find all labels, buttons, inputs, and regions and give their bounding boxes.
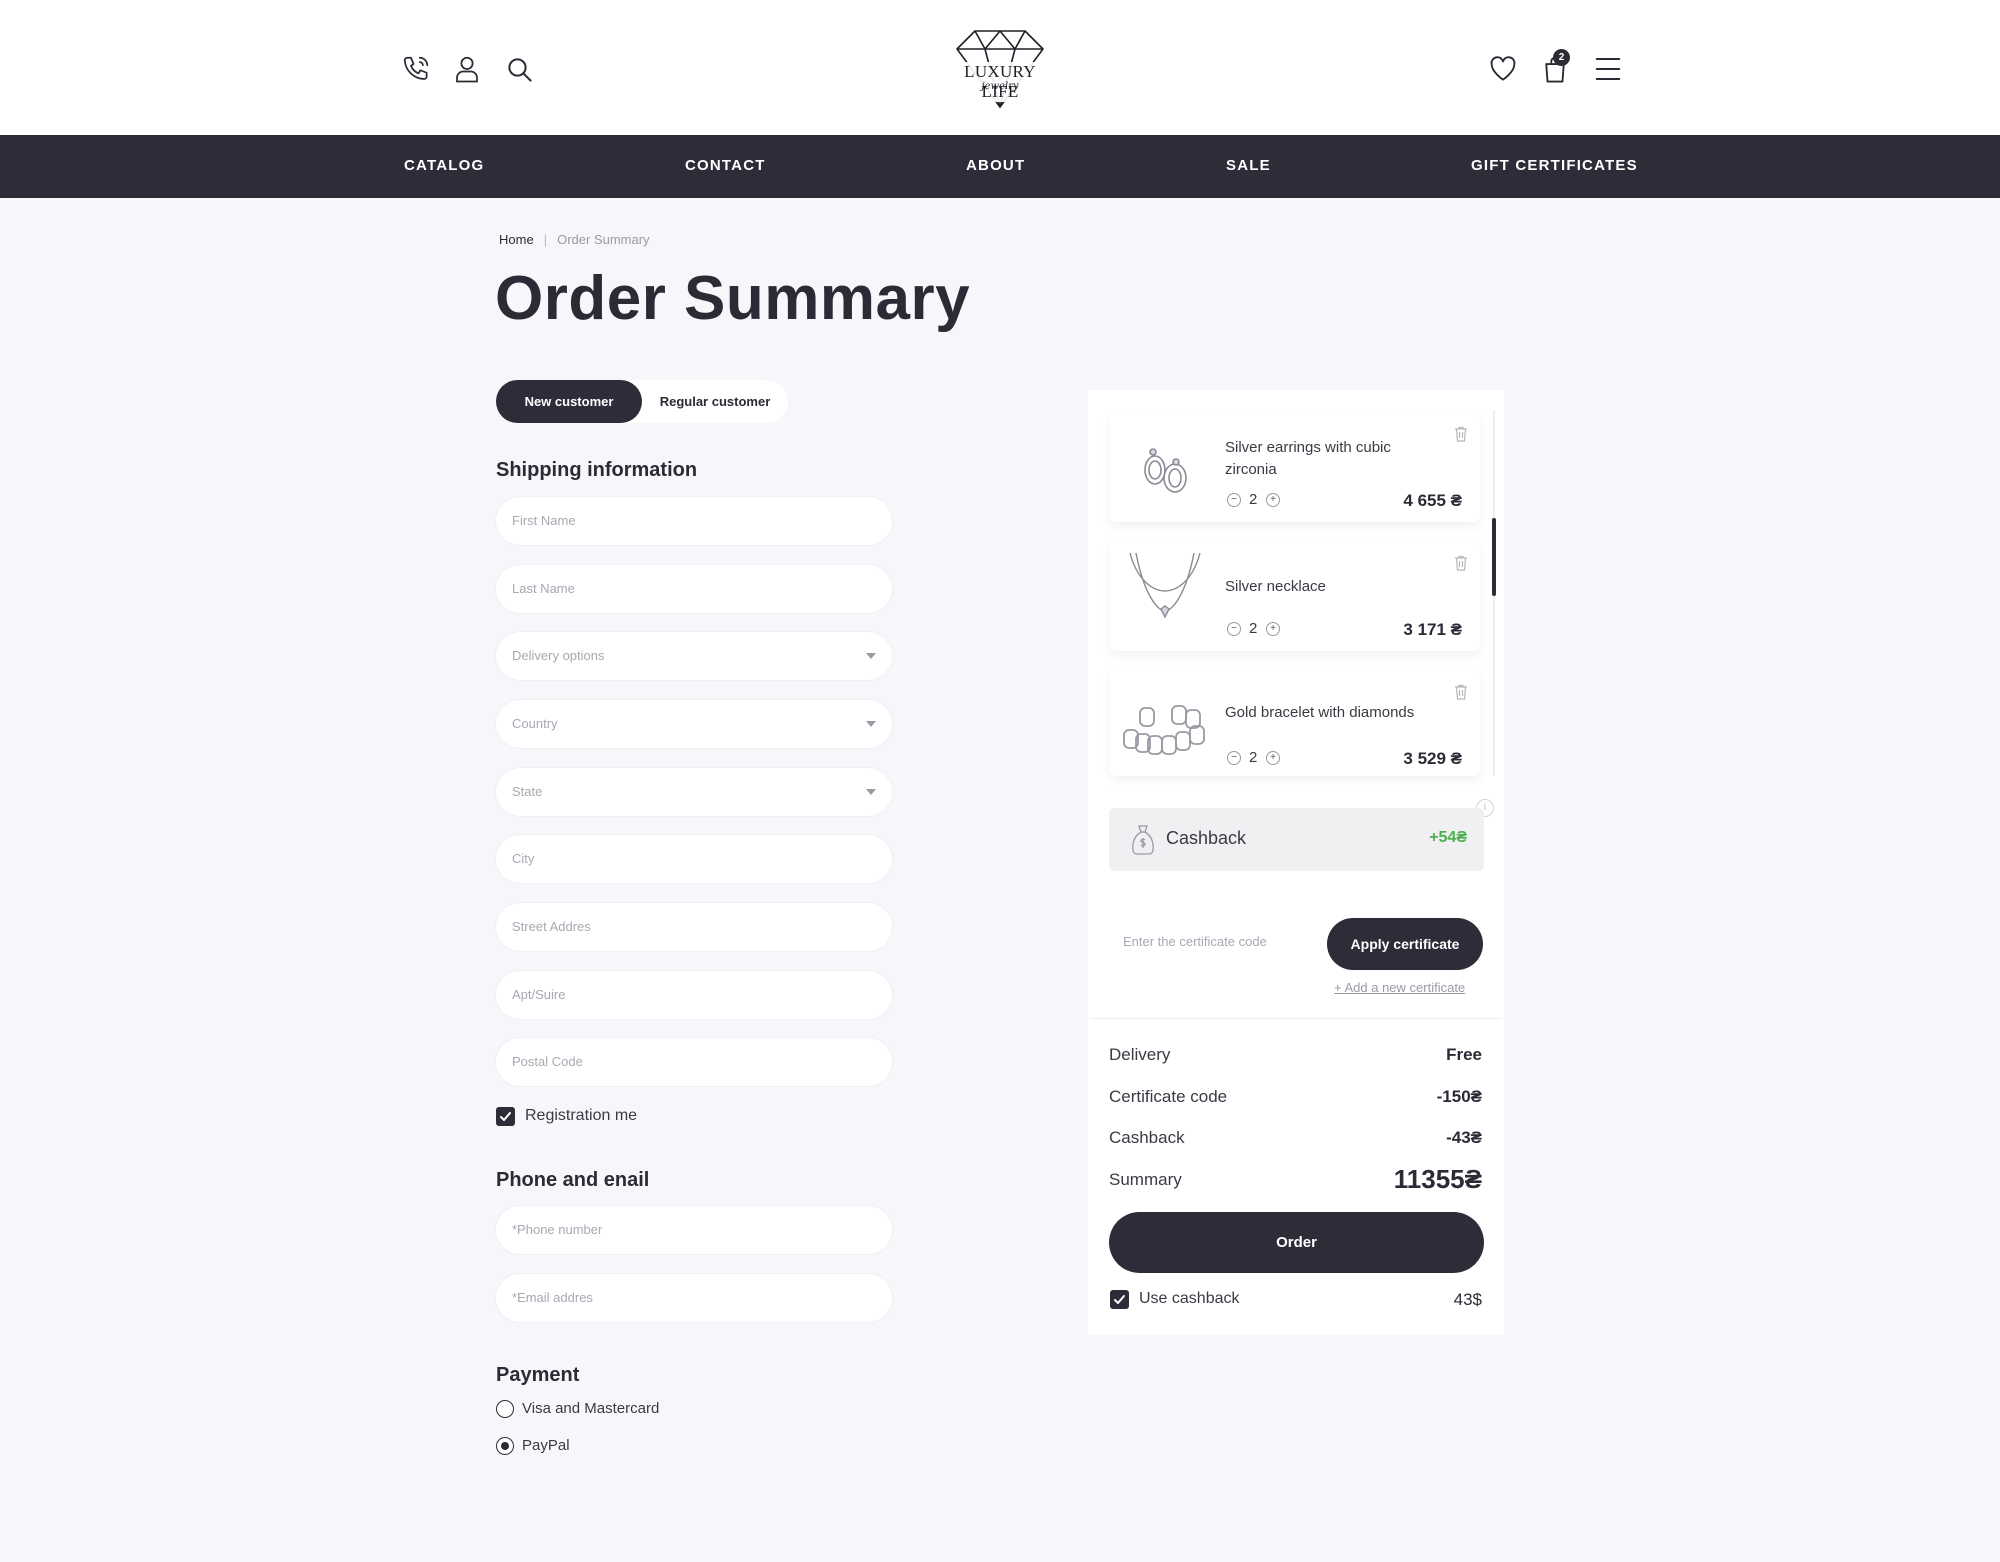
cashback-label: Cashback xyxy=(1166,828,1247,848)
search-icon[interactable] xyxy=(505,55,535,85)
contact-title: Phone and enail xyxy=(496,1169,650,1191)
chevron-down-icon xyxy=(866,653,876,659)
qty-minus-button[interactable]: − xyxy=(1227,622,1241,636)
cart-item: Silver earrings with cubic zirconia − 2 … xyxy=(1110,412,1480,522)
delivery-options-select[interactable]: Delivery options xyxy=(496,632,892,680)
country-placeholder: Country xyxy=(512,716,558,731)
cart-item: Gold bracelet with diamonds − 2 + 3 529 … xyxy=(1110,670,1480,776)
country-select[interactable]: Country xyxy=(496,700,892,748)
cart-item-name: Silver necklace xyxy=(1225,578,1326,595)
menu-icon[interactable] xyxy=(1593,54,1623,84)
qty-value: 2 xyxy=(1249,749,1258,766)
qty-minus-button[interactable]: − xyxy=(1227,493,1241,507)
cart-item-name: Gold bracelet with diamonds xyxy=(1225,704,1415,721)
state-placeholder: State xyxy=(512,784,543,799)
bracelet-icon xyxy=(1120,680,1210,770)
qty-plus-button[interactable]: + xyxy=(1266,622,1280,636)
summary-cashback-label: Cashback xyxy=(1109,1128,1185,1147)
nav-item-catalog[interactable]: CATALOG xyxy=(404,157,484,174)
delivery-options-placeholder: Delivery options xyxy=(512,648,605,663)
trash-icon[interactable] xyxy=(1454,426,1468,442)
apt-suite-field[interactable]: Apt/Suire xyxy=(496,971,892,1019)
summary-total: 11355₴ xyxy=(1393,1164,1482,1194)
order-button[interactable]: Order xyxy=(1109,1212,1484,1273)
nav-item-about[interactable]: ABOUT xyxy=(966,157,1025,174)
divider xyxy=(1090,1018,1502,1019)
phone-icon[interactable] xyxy=(401,54,431,84)
payment-label-visa: Visa and Mastercard xyxy=(522,1400,660,1417)
state-select[interactable]: State xyxy=(496,768,892,816)
cart-count-badge: 2 xyxy=(1553,49,1570,66)
breadcrumb-home[interactable]: Home xyxy=(499,232,534,247)
qty-plus-button[interactable]: + xyxy=(1266,751,1280,765)
add-certificate-link[interactable]: + Add a new certificate xyxy=(1334,980,1465,995)
certificate-code-input[interactable]: Enter the certificate code xyxy=(1109,918,1309,966)
registration-label: Registration me xyxy=(525,1107,638,1124)
money-bag-icon xyxy=(1131,824,1155,856)
tab-new-customer[interactable]: New customer xyxy=(496,380,642,423)
certificate-code-value: -150₴ xyxy=(1436,1087,1482,1106)
email-field[interactable]: *Email addres xyxy=(496,1274,892,1322)
nav-item-sale[interactable]: SALE xyxy=(1226,157,1271,174)
delivery-label: Delivery xyxy=(1109,1045,1171,1064)
radio-selected-dot xyxy=(500,1441,509,1450)
cart-item-price: 3 529 ₴ xyxy=(1403,749,1462,768)
user-icon[interactable] xyxy=(452,54,482,84)
cart-scroll-thumb[interactable] xyxy=(1492,518,1496,596)
nav-item-contact[interactable]: CONTACT xyxy=(685,157,766,174)
payment-radio-paypal[interactable] xyxy=(496,1437,514,1455)
city-field[interactable]: City xyxy=(496,835,892,883)
summary-label: Summary xyxy=(1109,1170,1182,1189)
phone-field[interactable]: *Phone number xyxy=(496,1206,892,1254)
summary-cashback-value: -43₴ xyxy=(1446,1128,1482,1147)
trash-icon[interactable] xyxy=(1454,684,1468,700)
breadcrumb: Home | Order Summary xyxy=(499,232,650,247)
shipping-title: Shipping information xyxy=(496,459,698,481)
qty-plus-button[interactable]: + xyxy=(1266,493,1280,507)
qty-value: 2 xyxy=(1249,491,1258,508)
last-name-field[interactable]: Last Name xyxy=(496,565,892,613)
cart-item-name: Silver earrings with cubic zirconia xyxy=(1225,439,1391,478)
delivery-value: Free xyxy=(1446,1045,1482,1064)
payment-label-paypal: PayPal xyxy=(522,1437,570,1454)
tab-regular-customer[interactable]: Regular customer xyxy=(642,380,788,423)
chevron-down-icon xyxy=(866,789,876,795)
cashback-box: Cashback +54₴ xyxy=(1109,808,1484,871)
use-cashback-label: Use cashback xyxy=(1139,1290,1240,1307)
cart-item-price: 3 171 ₴ xyxy=(1403,620,1462,639)
necklace-icon xyxy=(1120,551,1210,641)
qty-minus-button[interactable]: − xyxy=(1227,751,1241,765)
chevron-down-icon xyxy=(866,721,876,727)
certificate-code-label: Certificate code xyxy=(1109,1087,1228,1106)
payment-radio-visa[interactable] xyxy=(496,1400,514,1418)
cashback-value: +54₴ xyxy=(1429,829,1467,846)
main-nav: CATALOG CONTACT ABOUT SALE GIFT CERTIFIC… xyxy=(0,135,2000,198)
street-address-field[interactable]: Street Addres xyxy=(496,903,892,951)
breadcrumb-current: Order Summary xyxy=(557,232,650,247)
trash-icon[interactable] xyxy=(1454,555,1468,571)
nav-item-gift-certificates[interactable]: GIFT CERTIFICATES xyxy=(1471,157,1638,174)
payment-title: Payment xyxy=(496,1364,580,1386)
registration-checkbox[interactable] xyxy=(496,1107,515,1126)
logo[interactable]: LUXURY LIFE jewelry xyxy=(945,25,1055,111)
earrings-icon xyxy=(1120,422,1210,512)
logo-subtext: jewelry xyxy=(981,81,1019,92)
heart-icon[interactable] xyxy=(1487,54,1519,84)
use-cashback-value: 43$ xyxy=(1453,1290,1482,1309)
page-title: Order Summary xyxy=(495,264,971,333)
cart-item-price: 4 655 ₴ xyxy=(1403,491,1462,510)
cart-item: Silver necklace − 2 + 3 171 ₴ xyxy=(1110,541,1480,651)
qty-value: 2 xyxy=(1249,620,1258,637)
apply-certificate-button[interactable]: Apply certificate xyxy=(1327,918,1483,970)
customer-type-tabs: New customer Regular customer xyxy=(496,380,788,423)
site-header: LUXURY LIFE jewelry 2 xyxy=(0,0,2000,135)
breadcrumb-separator: | xyxy=(543,232,548,247)
first-name-field[interactable]: First Name xyxy=(496,497,892,545)
postal-code-field[interactable]: Postal Code xyxy=(496,1038,892,1086)
use-cashback-checkbox[interactable] xyxy=(1110,1290,1129,1309)
